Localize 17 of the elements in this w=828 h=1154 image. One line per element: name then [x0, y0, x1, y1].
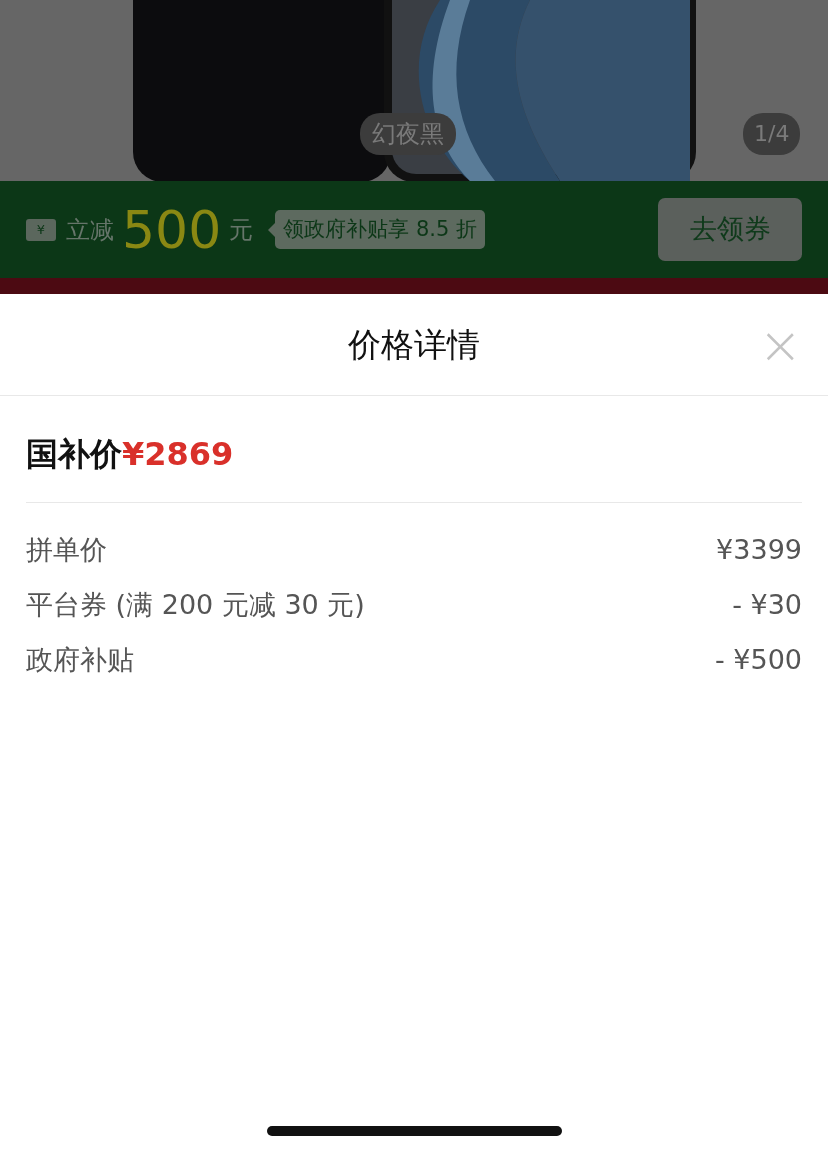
claim-coupon-button[interactable]: 去领券	[658, 198, 802, 261]
row-label: 政府补贴	[26, 643, 134, 678]
row-label: 平台券 (满 200 元减 30 元)	[26, 588, 365, 623]
discount-label: 立减	[66, 214, 114, 246]
subsidy-tag: 领政府补贴享 8.5 折	[275, 209, 485, 250]
ticket-icon: ¥	[26, 218, 56, 241]
row-value: ¥3399	[716, 533, 802, 568]
row-value: - ¥500	[714, 643, 802, 678]
row-value: - ¥30	[732, 588, 802, 623]
price-value: ¥2869	[122, 435, 234, 473]
close-button[interactable]: ×	[754, 318, 806, 371]
currency-unit: 元	[229, 214, 254, 246]
row-label: 拼单价	[26, 533, 107, 568]
sheet-title: 价格详情	[348, 323, 480, 366]
price-label: 国补价	[26, 435, 122, 473]
discount-amount: 500	[122, 203, 222, 256]
color-label: 幻夜黑	[360, 113, 456, 155]
